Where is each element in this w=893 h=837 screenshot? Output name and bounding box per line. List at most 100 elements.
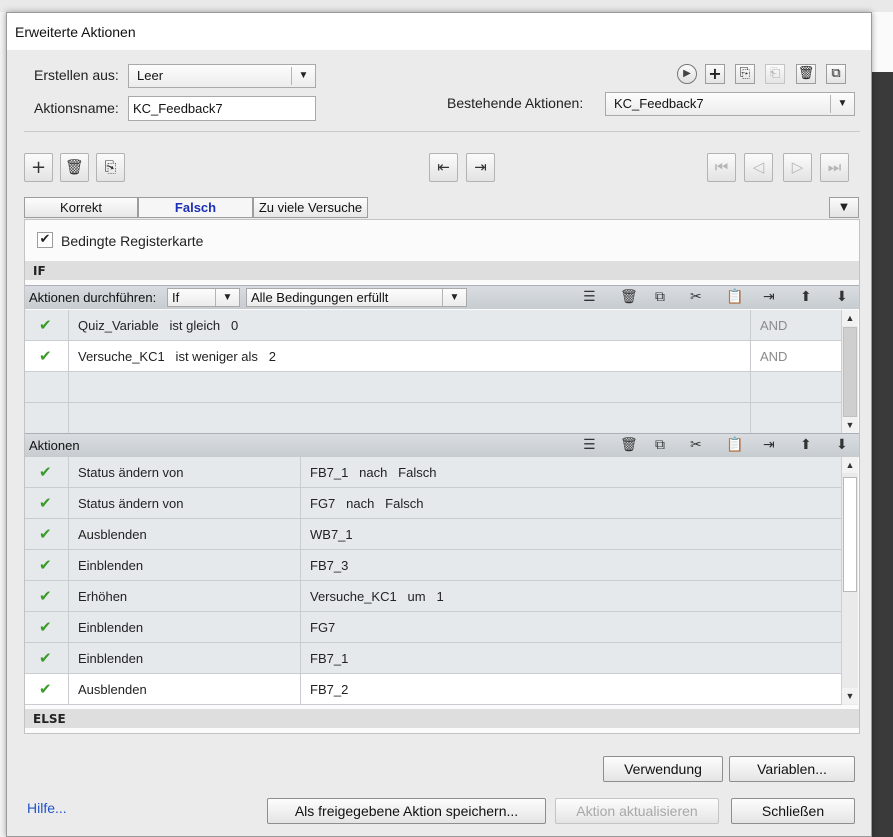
condition-mode-value: Alle Bedingungen erfüllt	[251, 290, 389, 305]
table-row[interactable]: ✔ Ausblenden WB7_1	[25, 519, 841, 550]
conditions-toolbar: Aktionen durchführen: If ▼ Alle Bedingun…	[25, 285, 859, 309]
preview-icon[interactable]: ▶	[677, 64, 697, 84]
action-type: Einblenden	[69, 550, 301, 580]
move-left-icon[interactable]: ⇤	[429, 153, 458, 182]
delete-row-icon[interactable]: 🗑	[620, 289, 638, 305]
scroll-up-icon[interactable]: ▲	[842, 457, 858, 473]
variables-button[interactable]: Variablen...	[729, 756, 855, 782]
update-action-button: Aktion aktualisieren	[555, 798, 719, 824]
table-row[interactable]: ✔ Einblenden FB7_3	[25, 550, 841, 581]
insert-row-icon[interactable]: ☰	[583, 437, 596, 453]
insert-after-icon[interactable]: ⇥	[763, 289, 775, 305]
delete-tab-icon[interactable]: 🗑	[60, 153, 89, 182]
if-section-header: IF	[25, 261, 859, 280]
copy-row-icon[interactable]: ⧉	[655, 289, 665, 305]
help-link[interactable]: Hilfe...	[27, 800, 67, 816]
add-tab-icon[interactable]: +	[24, 153, 53, 182]
table-row[interactable]: ✔ Erhöhen Versuche_KC1 um 1	[25, 581, 841, 612]
check-icon	[25, 403, 69, 433]
action-target: FB7_2	[310, 682, 349, 697]
perform-select[interactable]: If ▼	[167, 288, 240, 307]
table-row[interactable]: ✔ Status ändern von FG7 nach Falsch	[25, 488, 841, 519]
close-button[interactable]: Schließen	[731, 798, 855, 824]
action-type: Erhöhen	[69, 581, 301, 611]
insert-after-icon[interactable]: ⇥	[763, 437, 775, 453]
next-icon: ▷	[783, 153, 812, 182]
table-row[interactable]: ✔ Quiz_Variable ist gleich 0 AND	[25, 310, 841, 341]
move-down-icon[interactable]: ⬇	[836, 437, 848, 453]
check-icon	[25, 372, 69, 402]
action-target: FG7	[310, 620, 336, 635]
tab-zu-viele-versuche[interactable]: Zu viele Versuche	[253, 197, 368, 218]
last-icon: ⏭	[820, 153, 849, 182]
import-icon[interactable]: ⎘	[735, 64, 755, 84]
check-icon: ✔	[25, 519, 69, 549]
action-type: Status ändern von	[69, 488, 301, 518]
create-from-label: Erstellen aus:	[34, 67, 119, 83]
existing-actions-label: Bestehende Aktionen:	[447, 95, 584, 111]
paste-row-icon: 📋	[726, 289, 744, 305]
scroll-up-icon[interactable]: ▲	[842, 310, 858, 326]
scroll-thumb[interactable]	[843, 477, 857, 592]
insert-row-icon[interactable]: ☰	[583, 289, 596, 305]
move-up-icon[interactable]: ⬆	[800, 437, 812, 453]
divider	[24, 131, 860, 132]
actions-label: Aktionen	[29, 438, 80, 453]
cut-row-icon[interactable]: ✂	[690, 289, 702, 305]
scroll-thumb[interactable]	[843, 327, 857, 417]
check-icon: ✔	[25, 488, 69, 518]
tabs-dropdown-icon[interactable]: ▼	[829, 197, 859, 218]
existing-actions-value: KC_Feedback7	[614, 96, 704, 111]
table-row[interactable]: ✔ Ausblenden FB7_2	[25, 674, 841, 705]
action-name-field[interactable]: KC_Feedback7	[128, 96, 316, 121]
copy-row-icon[interactable]: ⧉	[655, 437, 665, 453]
condition-operator: AND	[760, 318, 788, 333]
existing-actions-select[interactable]: KC_Feedback7 ▼	[605, 92, 855, 116]
table-row[interactable]	[25, 372, 841, 403]
check-icon: ✔	[25, 612, 69, 642]
table-row[interactable]: ✔ Einblenden FG7	[25, 612, 841, 643]
conditional-checkbox[interactable]: ✔	[37, 232, 53, 248]
trash-icon[interactable]: 🗑	[796, 64, 816, 84]
condition-mode-select[interactable]: Alle Bedingungen erfüllt ▼	[246, 288, 467, 307]
action-target: FB7_1	[310, 651, 349, 666]
scroll-down-icon[interactable]: ▼	[842, 688, 858, 704]
table-row[interactable]	[25, 403, 841, 434]
tab-falsch[interactable]: Falsch	[138, 197, 253, 218]
copy-tab-icon[interactable]: ⎘	[96, 153, 125, 182]
tab-korrekt[interactable]: Korrekt	[24, 197, 138, 218]
table-row[interactable]: ✔ Versuche_KC1 ist weniger als 2 AND	[25, 341, 841, 372]
perform-actions-label: Aktionen durchführen:	[29, 290, 157, 305]
delete-row-icon[interactable]: 🗑	[620, 437, 638, 453]
create-from-select[interactable]: Leer ▼	[128, 64, 316, 88]
background-panel	[872, 12, 893, 837]
check-icon: ✔	[25, 457, 69, 487]
chevron-down-icon: ▼	[291, 67, 315, 85]
save-shared-action-button[interactable]: Als freigegebene Aktion speichern...	[267, 798, 546, 824]
condition-text	[69, 403, 751, 433]
check-icon: ✔	[25, 674, 69, 704]
move-right-icon[interactable]: ⇥	[466, 153, 495, 182]
background-toolbar	[0, 0, 893, 12]
move-down-icon[interactable]: ⬇	[836, 289, 848, 305]
condition-operator	[751, 372, 841, 402]
action-type: Einblenden	[69, 643, 301, 673]
action-type: Einblenden	[69, 612, 301, 642]
add-action-icon[interactable]: +	[705, 64, 725, 84]
table-row[interactable]: ✔ Status ändern von FB7_1 nach Falsch	[25, 457, 841, 488]
action-target: Versuche_KC1 um 1	[310, 589, 444, 604]
conditions-scrollbar[interactable]: ▲ ▼	[841, 310, 858, 434]
chevron-down-icon: ▼	[215, 289, 239, 306]
action-target: FG7 nach Falsch	[310, 496, 424, 511]
previous-icon: ◁	[744, 153, 773, 182]
actions-scrollbar[interactable]: ▲ ▼	[841, 457, 858, 705]
condition-text: Quiz_Variable ist gleich 0	[69, 310, 751, 340]
table-row[interactable]: ✔ Einblenden FB7_1	[25, 643, 841, 674]
scroll-down-icon[interactable]: ▼	[842, 417, 858, 433]
cut-row-icon[interactable]: ✂	[690, 437, 702, 453]
action-type: Ausblenden	[69, 674, 301, 704]
usage-button[interactable]: Verwendung	[603, 756, 723, 782]
check-icon: ✔	[25, 581, 69, 611]
move-up-icon[interactable]: ⬆	[800, 289, 812, 305]
duplicate-icon[interactable]: ⧉	[826, 64, 846, 84]
